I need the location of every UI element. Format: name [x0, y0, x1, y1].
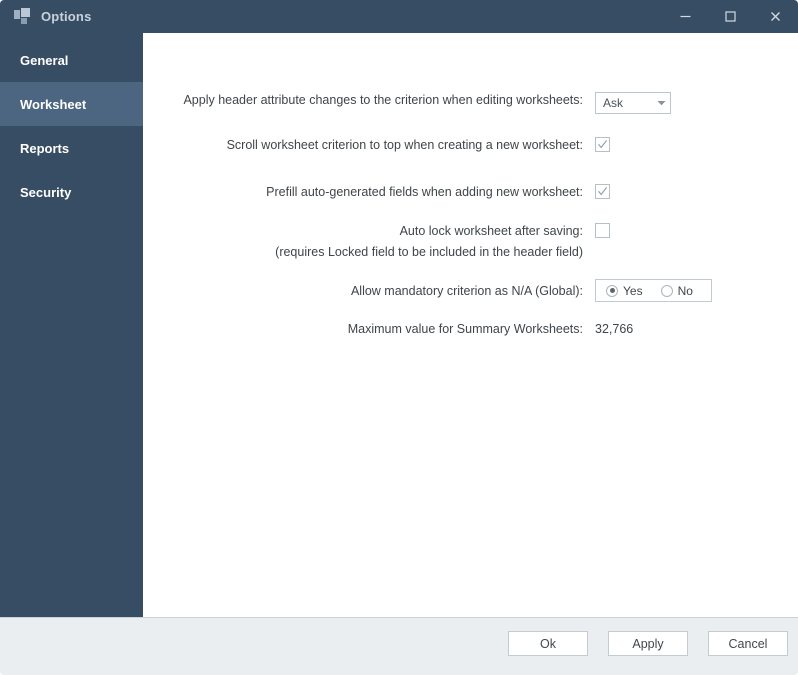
sidebar-item-security[interactable]: Security	[0, 170, 143, 214]
setting-control	[595, 184, 610, 199]
setting-label: Auto lock worksheet after saving:	[399, 224, 583, 238]
close-icon[interactable]	[753, 0, 798, 33]
sidebar-item-label: General	[20, 52, 69, 68]
window-title: Options	[41, 9, 92, 24]
setting-control: 32,766	[595, 321, 633, 337]
setting-control	[595, 137, 610, 152]
setting-label: Maximum value for Summary Worksheets:	[347, 322, 583, 336]
setting-control: Yes No	[595, 279, 712, 302]
scroll-criterion-top-checkbox[interactable]	[595, 137, 610, 152]
sidebar-item-worksheet[interactable]: Worksheet	[0, 82, 143, 126]
apply-header-attribute-dropdown[interactable]: Ask	[595, 92, 671, 114]
allow-mandatory-na-radio-group[interactable]: Yes No	[595, 279, 712, 302]
radio-dot-icon	[606, 284, 618, 297]
checkmark-icon	[598, 187, 608, 196]
sidebar-item-label: Security	[20, 184, 72, 200]
content-panel: Apply header attribute changes to the cr…	[143, 33, 798, 617]
sidebar: General Worksheet Reports Security	[0, 33, 143, 617]
setting-label: Allow mandatory criterion as N/A (Global…	[350, 284, 583, 298]
window-controls	[663, 0, 798, 33]
setting-row-allow-mandatory-na: Allow mandatory criterion as N/A (Global…	[153, 279, 712, 302]
cancel-button[interactable]: Cancel	[708, 631, 788, 656]
setting-row-auto-lock-worksheet: Auto lock worksheet after saving: (requi…	[153, 223, 610, 260]
max-summary-value: 32,766	[595, 322, 634, 336]
sidebar-item-reports[interactable]: Reports	[0, 126, 143, 170]
footer-buttons: Ok Apply Cancel	[508, 631, 788, 656]
setting-row-scroll-criterion-top: Scroll worksheet criterion to top when c…	[153, 137, 610, 153]
sidebar-item-general[interactable]: General	[0, 38, 143, 82]
app-squares-icon	[14, 8, 31, 25]
setting-sublabel: (requires Locked field to be included in…	[275, 245, 583, 259]
apply-button[interactable]: Apply	[608, 631, 688, 656]
setting-label: Prefill auto-generated fields when addin…	[266, 185, 583, 199]
dropdown-value: Ask	[603, 96, 624, 110]
setting-label: Scroll worksheet criterion to top when c…	[226, 138, 583, 152]
options-dialog: Options General Worksheet Reports Securi…	[0, 0, 798, 675]
radio-dot-icon	[660, 284, 673, 297]
sidebar-item-label: Reports	[20, 140, 70, 156]
setting-control: Ask	[595, 92, 671, 114]
chevron-down-icon	[652, 100, 670, 106]
setting-row-apply-header-attribute: Apply header attribute changes to the cr…	[153, 92, 671, 114]
prefill-auto-generated-checkbox[interactable]	[595, 184, 610, 199]
titlebar: Options	[0, 0, 798, 33]
setting-label-block: Auto lock worksheet after saving: (requi…	[153, 223, 595, 260]
dialog-footer: Ok Apply Cancel	[0, 617, 798, 675]
radio-option-no[interactable]: No	[660, 283, 693, 298]
radio-label: Yes	[623, 283, 643, 298]
radio-option-yes[interactable]: Yes	[606, 284, 643, 298]
sidebar-item-label: Worksheet	[20, 96, 87, 112]
maximize-icon[interactable]	[708, 0, 753, 33]
setting-control	[595, 223, 610, 238]
checkmark-icon	[598, 140, 608, 149]
setting-label: Apply header attribute changes to the cr…	[183, 93, 583, 107]
radio-label: No	[677, 283, 693, 298]
auto-lock-worksheet-checkbox[interactable]	[595, 223, 610, 238]
setting-row-max-summary-value: Maximum value for Summary Worksheets: 32…	[153, 321, 633, 337]
minimize-icon[interactable]	[663, 0, 708, 33]
ok-button[interactable]: Ok	[508, 631, 588, 656]
titlebar-left: Options	[14, 0, 92, 33]
setting-row-prefill-auto-generated: Prefill auto-generated fields when addin…	[153, 184, 610, 200]
